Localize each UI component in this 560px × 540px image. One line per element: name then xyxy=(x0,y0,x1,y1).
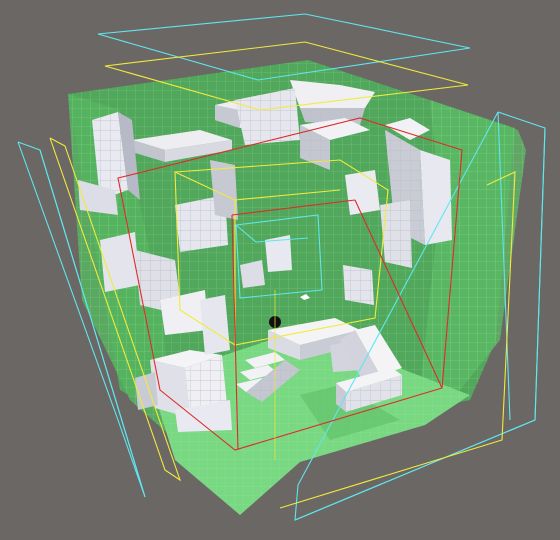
block-mid-right[interactable] xyxy=(345,170,380,215)
block-left-mid[interactable] xyxy=(100,232,140,292)
block-mid-right-2-grid xyxy=(380,200,412,268)
block-panel-center-grid xyxy=(343,265,374,305)
block-pillar-right[interactable] xyxy=(420,150,452,245)
block-inner-small-2[interactable] xyxy=(240,260,265,288)
block-floor-step-left[interactable] xyxy=(135,372,158,410)
scene-canvas[interactable] xyxy=(0,0,560,540)
scene-viewport[interactable] xyxy=(0,0,560,540)
